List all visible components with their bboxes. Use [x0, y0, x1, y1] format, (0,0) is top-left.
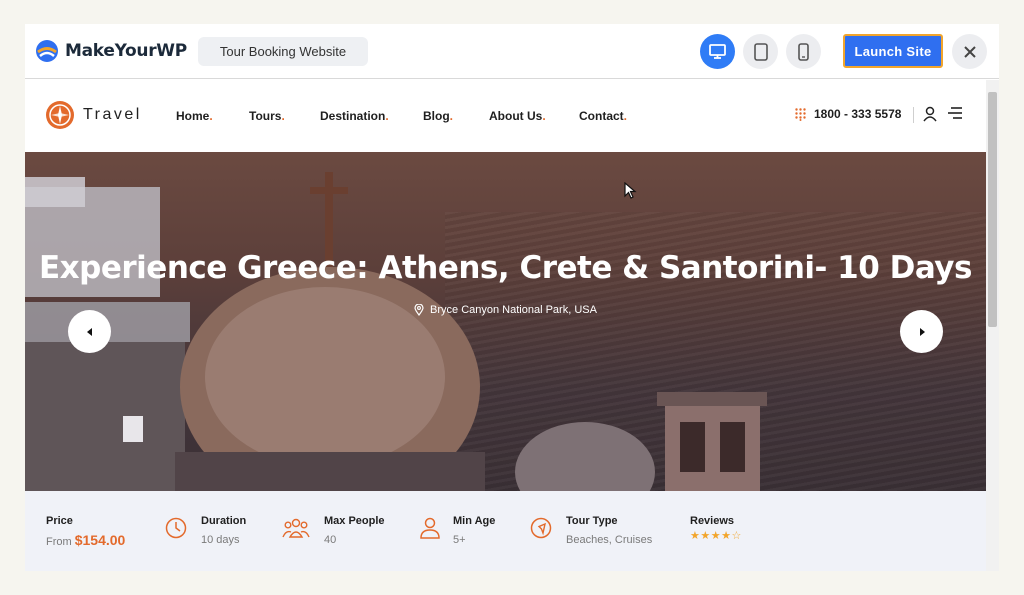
hero-location: Bryce Canyon National Park, USA: [25, 304, 986, 316]
tablet-icon: [753, 42, 768, 61]
info-label: Price: [46, 515, 73, 527]
hamburger-menu-icon[interactable]: [947, 106, 963, 120]
nav-label: Home: [176, 109, 210, 123]
launch-site-button[interactable]: Launch Site: [843, 34, 943, 68]
compass-logo-icon: [46, 101, 74, 129]
phone-text: 1800 - 333 5578: [814, 107, 902, 121]
caret-right-icon: [919, 327, 925, 336]
navigation-icon: [530, 517, 552, 539]
desktop-icon: [709, 44, 726, 59]
brand[interactable]: MakeYourWP: [35, 37, 187, 65]
mouse-cursor-icon: [624, 182, 637, 199]
info-label: Tour Type: [566, 515, 618, 527]
nav-dot: .: [281, 109, 285, 123]
nav-dot: .: [209, 109, 213, 123]
builder-window: MakeYourWP Tour Booking Website Launch S…: [25, 24, 999, 571]
hero-title: Experience Greece: Athens, Crete & Santo…: [39, 250, 972, 286]
info-label: Max People: [324, 515, 385, 527]
nav-label: About Us: [489, 109, 543, 123]
desktop-view-button[interactable]: [700, 34, 735, 69]
nav-label: Destination: [320, 109, 386, 123]
nav-dot: .: [623, 109, 628, 123]
rating-stars: ★★★★☆: [690, 530, 742, 542]
dialpad-icon: [795, 107, 806, 121]
site-preview[interactable]: Travel Home. Tours. Destination. Blog. A…: [25, 80, 999, 571]
site-header: Travel Home. Tours. Destination. Blog. A…: [25, 80, 986, 152]
price-value: From $154.00: [46, 532, 125, 548]
nav-label: Contact: [579, 109, 624, 123]
makeyourwp-logo-icon: [36, 40, 58, 62]
close-button[interactable]: [952, 34, 987, 69]
info-label: Min Age: [453, 515, 496, 527]
slider-prev-button[interactable]: [68, 310, 111, 353]
mobile-icon: [798, 42, 809, 61]
nav-item-contact[interactable]: Contact.: [579, 109, 627, 123]
info-duration: Duration 10 days: [201, 515, 246, 546]
tour-info-bar: Price From $154.00 Duration 10 days Max …: [25, 491, 986, 571]
map-pin-icon: [414, 304, 424, 316]
nav-dot: .: [385, 109, 389, 123]
site-logo-text: Travel: [83, 106, 142, 123]
clock-icon: [165, 517, 187, 539]
preview-scrollbar[interactable]: [986, 80, 999, 571]
info-label: Duration: [201, 515, 247, 527]
hero-banner: Experience Greece: Athens, Crete & Santo…: [25, 152, 986, 491]
nav-item-about-us[interactable]: About Us.: [489, 109, 546, 123]
info-min-age: Min Age 5+: [453, 515, 495, 546]
close-icon: [963, 45, 976, 58]
caret-left-icon: [86, 327, 92, 336]
nav-label: Blog: [423, 109, 450, 123]
info-value: Beaches, Cruises: [566, 534, 653, 546]
info-label: Reviews: [690, 515, 735, 527]
builder-toolbar: MakeYourWP Tour Booking Website Launch S…: [25, 24, 999, 79]
nav-item-tours[interactable]: Tours.: [249, 109, 285, 123]
price-prefix: From: [46, 536, 72, 548]
nav-dot: .: [542, 109, 546, 123]
tablet-view-button[interactable]: [743, 34, 778, 69]
info-value: 10 days: [201, 534, 240, 546]
brand-name: MakeYourWP: [65, 41, 187, 61]
group-icon: [282, 518, 310, 538]
site-logo[interactable]: Travel: [45, 100, 142, 130]
nav-dot: .: [449, 109, 454, 123]
person-icon: [420, 517, 440, 539]
nav-item-blog[interactable]: Blog.: [423, 109, 453, 123]
hero-scene-illustration: [25, 172, 767, 491]
info-max-people: Max People 40: [324, 515, 385, 546]
mobile-view-button[interactable]: [786, 34, 821, 69]
hero-location-text: Bryce Canyon National Park, USA: [430, 304, 597, 316]
slider-next-button[interactable]: [900, 310, 943, 353]
phone-number[interactable]: 1800 - 333 5578: [795, 107, 901, 121]
info-reviews: Reviews ★★★★☆: [690, 515, 742, 542]
user-icon[interactable]: [923, 106, 937, 122]
info-value: 40: [324, 534, 337, 546]
info-price: Price From $154.00: [46, 515, 125, 548]
nav-item-home[interactable]: Home.: [176, 109, 213, 123]
info-tour-type: Tour Type Beaches, Cruises: [566, 515, 652, 546]
nav-label: Tours: [249, 109, 282, 123]
project-name[interactable]: Tour Booking Website: [198, 37, 368, 66]
nav-item-destination[interactable]: Destination.: [320, 109, 389, 123]
price-amount: $154.00: [74, 532, 126, 548]
info-value: 5+: [453, 534, 466, 546]
header-divider: [913, 107, 914, 123]
scrollbar-thumb[interactable]: [988, 92, 997, 327]
